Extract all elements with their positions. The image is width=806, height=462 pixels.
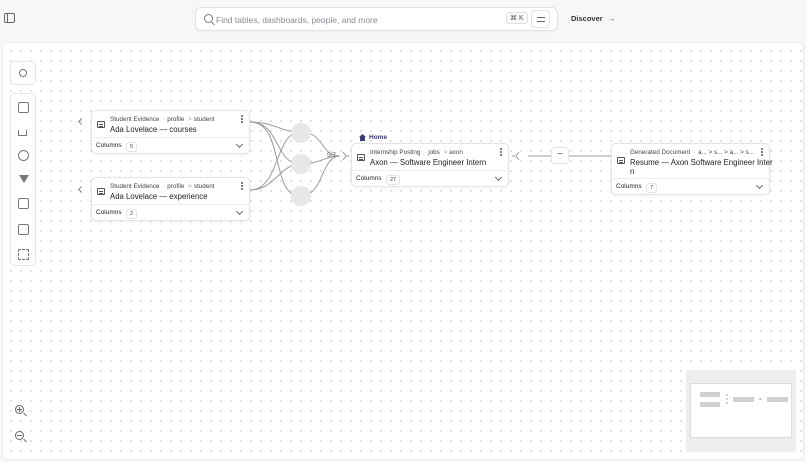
node-columns-toggle[interactable]: Columns 7 <box>612 179 769 195</box>
lineage-junction-node[interactable] <box>291 123 311 143</box>
columns-count-badge: 7 <box>646 182 658 193</box>
search-icon <box>204 14 213 23</box>
sliders-icon <box>537 17 545 19</box>
minimap-node <box>726 394 728 396</box>
node-columns-toggle[interactable]: Columns 27 <box>352 171 508 187</box>
node-title[interactable]: Ada Lovelace — courses <box>110 125 197 134</box>
minimap-node <box>759 398 762 400</box>
lineage-canvas[interactable] <box>2 42 804 460</box>
zoom-in-button[interactable] <box>10 401 30 421</box>
document-icon <box>617 157 625 164</box>
node-title[interactable]: Ada Lovelace — experience <box>110 192 208 201</box>
canvas-search-button[interactable] <box>10 61 36 85</box>
collapse-icon[interactable] <box>18 249 29 260</box>
filter-icon[interactable] <box>19 175 29 183</box>
chevron-down-icon <box>235 207 244 216</box>
undo-icon[interactable] <box>18 150 29 161</box>
node-breadcrumb: Internship Posting · jobs > axon <box>370 149 463 156</box>
transform-node[interactable]: ~ <box>551 147 569 164</box>
node-title[interactable]: Axon — Software Engineer Intern <box>370 158 486 167</box>
home-icon[interactable] <box>18 130 27 136</box>
upstream-count[interactable]: 5/7 <box>327 152 336 159</box>
node-breadcrumb: Student Evidence · profile > student <box>110 116 215 123</box>
sidebar-toggle-icon[interactable] <box>4 13 15 23</box>
lineage-node-experience[interactable]: Student Evidence · profile > student Ada L… <box>91 177 250 221</box>
minimap-node <box>733 397 754 402</box>
lineage-node-posting[interactable]: Internship Posting · jobs > axon Axon — So… <box>351 143 509 187</box>
chevron-down-icon <box>494 173 503 182</box>
lineage-junction-node[interactable] <box>291 154 311 174</box>
more-options-icon[interactable] <box>761 148 763 150</box>
more-options-icon[interactable] <box>241 182 243 184</box>
columns-count-badge: 27 <box>386 174 401 185</box>
table-icon <box>97 121 105 128</box>
lineage-node-resume[interactable]: Generated Document · a... > s... > a... >… <box>611 143 773 195</box>
global-search[interactable] <box>195 7 558 31</box>
search-shortcut-badge: ⌘ K <box>506 12 528 24</box>
zoom-out-icon <box>15 431 24 440</box>
node-breadcrumb: Generated Document · a... > s... > a... >… <box>630 149 754 156</box>
chevron-down-icon <box>755 181 764 190</box>
node-breadcrumb: Student Evidence · profile > student <box>110 183 215 190</box>
discover-label: Discover <box>571 14 603 23</box>
columns-count-badge: 2 <box>126 208 138 219</box>
camera-icon[interactable] <box>18 224 29 235</box>
columns-count-badge: 5 <box>126 141 138 152</box>
discover-link[interactable]: Discover → <box>571 14 615 23</box>
more-options-icon[interactable] <box>500 148 502 150</box>
search-icon <box>19 69 27 77</box>
minimap-node <box>726 402 728 404</box>
panel-icon[interactable] <box>18 102 29 113</box>
minimap[interactable] <box>686 370 796 452</box>
minimap-node <box>700 402 720 407</box>
node-columns-toggle[interactable]: Columns 5 <box>92 138 249 154</box>
minimap-node <box>726 398 728 400</box>
search-filter-button[interactable] <box>531 10 550 28</box>
node-title[interactable]: Resume — Axon Software Engineer Inter n <box>630 158 773 176</box>
calendar-icon[interactable] <box>18 198 29 209</box>
arrow-right-icon: → <box>607 14 616 23</box>
minimap-node <box>767 397 788 402</box>
home-node-label: Home <box>369 134 388 141</box>
more-options-icon[interactable] <box>241 115 243 117</box>
minimap-node <box>700 392 720 397</box>
chevron-down-icon <box>235 140 244 149</box>
home-icon <box>359 134 366 141</box>
top-bar: ⌘ K Discover → <box>0 0 806 40</box>
search-input[interactable] <box>216 12 486 27</box>
zoom-in-icon <box>15 405 24 414</box>
canvas-toolbar <box>10 93 36 266</box>
zoom-out-button[interactable] <box>10 427 30 447</box>
node-columns-toggle[interactable]: Columns 2 <box>92 205 249 221</box>
lineage-node-courses[interactable]: Student Evidence · profile > student Ada L… <box>91 110 250 154</box>
lineage-junction-node[interactable] <box>291 186 311 206</box>
table-icon <box>97 188 105 195</box>
table-icon <box>357 154 365 161</box>
